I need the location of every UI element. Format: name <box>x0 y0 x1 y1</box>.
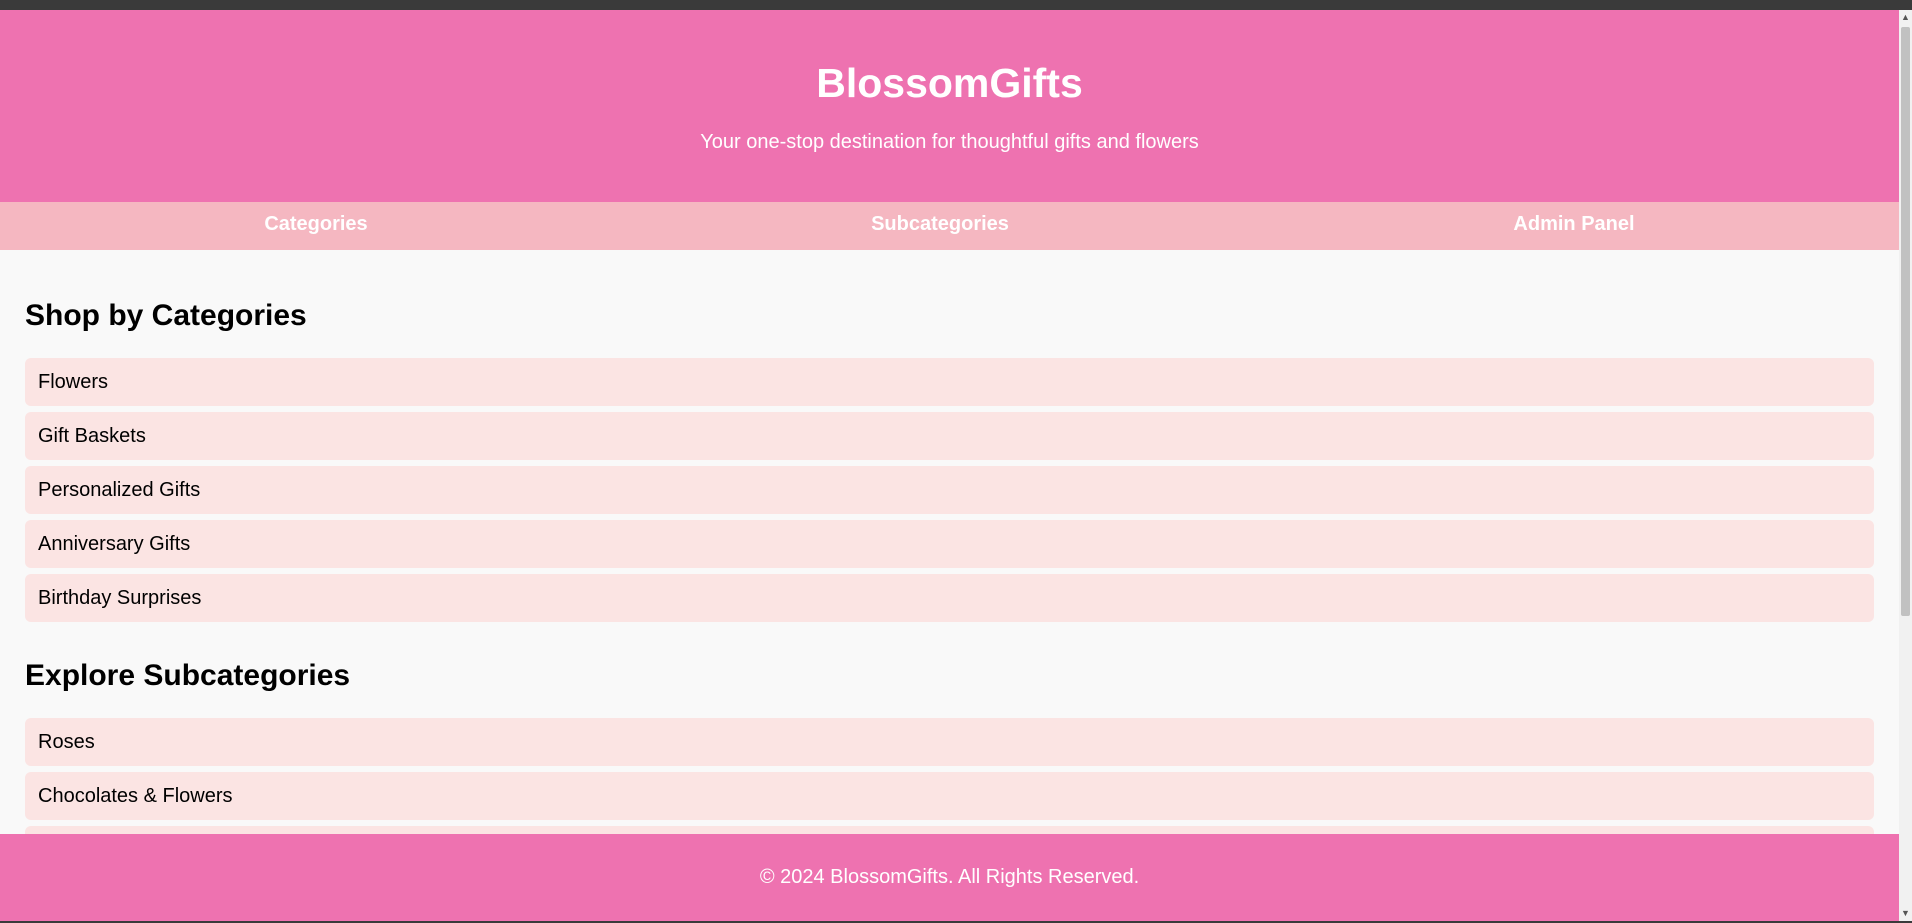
category-item-anniversary-gifts[interactable]: Anniversary Gifts <box>25 520 1874 568</box>
category-item-personalized-gifts[interactable]: Personalized Gifts <box>25 466 1874 514</box>
categories-heading: Shop by Categories <box>25 299 307 332</box>
categories-section: Shop by Categories Flowers Gift Baskets … <box>25 298 1874 622</box>
page-scrollbar[interactable]: ▲ ▼ <box>1899 10 1912 921</box>
scroll-up-icon[interactable]: ▲ <box>1899 10 1912 25</box>
site-tagline: Your one-stop destination for thoughtful… <box>700 131 1199 153</box>
nav-link-subcategories[interactable]: Subcategories <box>871 202 1009 250</box>
site-header: BlossomGifts Your one-stop destination f… <box>0 10 1899 202</box>
nav-link-admin-panel[interactable]: Admin Panel <box>1513 202 1634 250</box>
category-item-birthday-surprises[interactable]: Birthday Surprises <box>25 574 1874 622</box>
scrollbar-thumb[interactable] <box>1901 27 1910 616</box>
window-top-strip <box>0 0 1912 10</box>
main-content: Shop by Categories Flowers Gift Baskets … <box>0 250 1899 874</box>
subcategories-heading: Explore Subcategories <box>25 659 351 692</box>
category-item-gift-baskets[interactable]: Gift Baskets <box>25 412 1874 460</box>
category-item-flowers[interactable]: Flowers <box>25 358 1874 406</box>
scroll-down-icon[interactable]: ▼ <box>1899 906 1912 921</box>
subcategory-item-chocolates-flowers[interactable]: Chocolates & Flowers <box>25 772 1874 820</box>
site-title: BlossomGifts <box>816 60 1083 106</box>
nav-link-categories[interactable]: Categories <box>264 202 367 250</box>
site-footer: © 2024 BlossomGifts. All Rights Reserved… <box>0 834 1899 921</box>
page-viewport: BlossomGifts Your one-stop destination f… <box>0 10 1899 921</box>
subcategory-item-roses[interactable]: Roses <box>25 718 1874 766</box>
categories-list: Flowers Gift Baskets Personalized Gifts … <box>25 358 1874 622</box>
main-nav: Categories Subcategories Admin Panel <box>0 202 1899 250</box>
